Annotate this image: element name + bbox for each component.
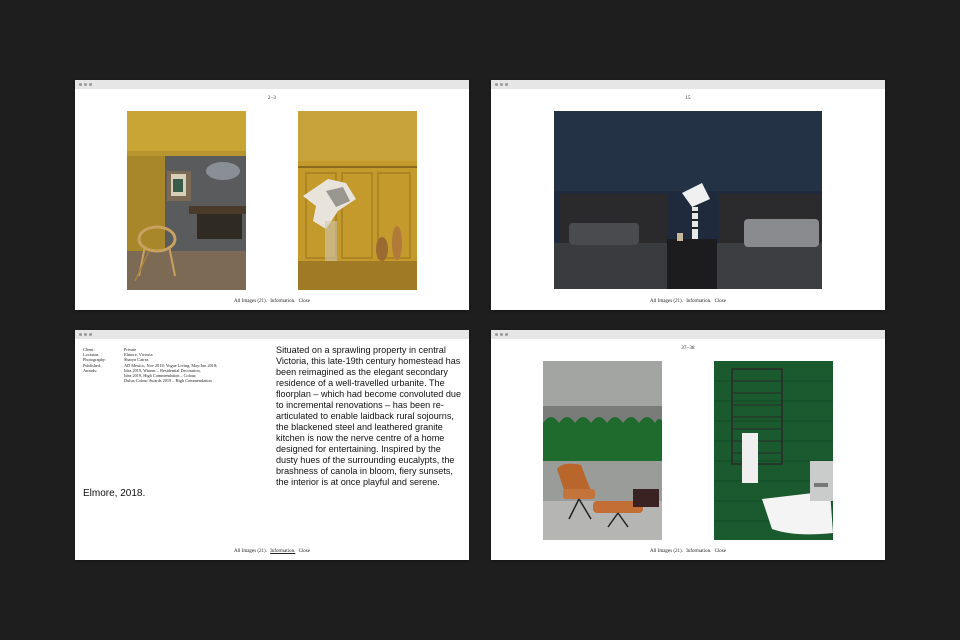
window-dot-icon[interactable]	[84, 83, 87, 86]
browser-window-information: Client: Private Location: Elmore, Victor…	[75, 330, 469, 560]
window-dot-icon[interactable]	[495, 333, 498, 336]
all-images-link[interactable]: All Images (21).	[234, 299, 267, 304]
page-number: 2–3	[267, 96, 277, 101]
all-images-link[interactable]: All Images (21).	[650, 299, 683, 304]
footer-nav: All Images (21). Information. Close	[491, 299, 885, 304]
photo-yellow-room[interactable]	[127, 111, 246, 290]
window-dot-icon[interactable]	[505, 83, 508, 86]
all-images-link[interactable]: All Images (21).	[234, 549, 267, 554]
all-images-link[interactable]: All Images (21).	[650, 549, 683, 554]
project-metadata: Client: Private Location: Elmore, Victor…	[83, 347, 217, 383]
information-link[interactable]: Information.	[270, 549, 295, 554]
browser-window-spread-37-38: 37–38 All Images (21). Information. Clos…	[491, 330, 885, 560]
browser-window-page-15: 15 All Images (21). Information. Close	[491, 80, 885, 310]
window-titlebar	[75, 80, 469, 89]
window-dot-icon[interactable]	[495, 83, 498, 86]
information-link[interactable]: Information.	[686, 549, 711, 554]
window-titlebar	[491, 330, 885, 339]
information-link[interactable]: Information.	[270, 299, 295, 304]
project-title: Elmore, 2018.	[83, 488, 146, 499]
close-link[interactable]: Close	[299, 549, 310, 554]
window-dot-icon[interactable]	[89, 333, 92, 336]
close-link[interactable]: Close	[715, 299, 726, 304]
window-dot-icon[interactable]	[500, 333, 503, 336]
window-dot-icon[interactable]	[79, 333, 82, 336]
footer-nav: All Images (21). Information. Close	[491, 549, 885, 554]
window-dot-icon[interactable]	[89, 83, 92, 86]
footer-nav: All Images (21). Information. Close	[75, 549, 469, 554]
page-number: 15	[685, 96, 691, 101]
photo-green-bathroom[interactable]	[714, 361, 833, 540]
window-dot-icon[interactable]	[505, 333, 508, 336]
information-link[interactable]: Information.	[686, 299, 711, 304]
meta-row-awards: Awards: Idea 2019, Winner – Residential …	[83, 367, 212, 384]
photo-horse-head-sculpture[interactable]	[298, 111, 417, 290]
window-titlebar	[75, 330, 469, 339]
window-dot-icon[interactable]	[500, 83, 503, 86]
page-number: 37–38	[681, 346, 695, 351]
close-link[interactable]: Close	[715, 549, 726, 554]
project-description: Situated on a sprawling property in cent…	[276, 345, 462, 487]
window-dot-icon[interactable]	[84, 333, 87, 336]
close-link[interactable]: Close	[299, 299, 310, 304]
window-titlebar	[491, 80, 885, 89]
photo-lounge-chair[interactable]	[543, 361, 662, 540]
window-dot-icon[interactable]	[79, 83, 82, 86]
footer-nav: All Images (21). Information. Close	[75, 299, 469, 304]
browser-window-spread-2-3: 2–3 All Images (21). Information. Close	[75, 80, 469, 310]
photo-blue-bedroom[interactable]	[554, 111, 822, 289]
